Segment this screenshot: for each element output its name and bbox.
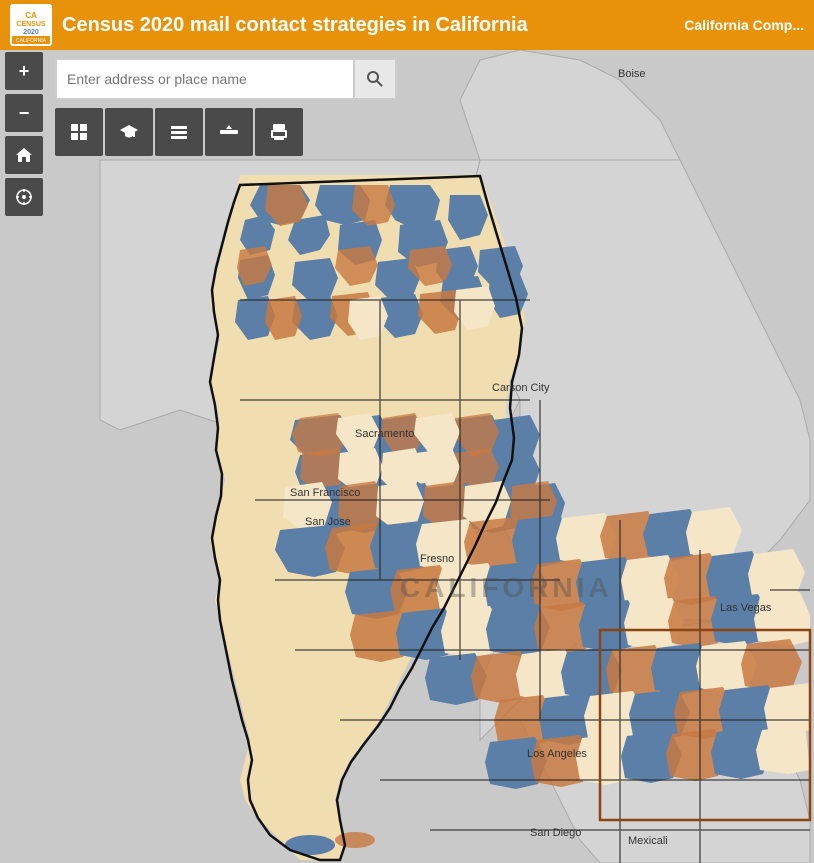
- layer-list-button[interactable]: [155, 108, 203, 156]
- zoom-out-button[interactable]: −: [5, 94, 43, 132]
- svg-text:CENSUS: CENSUS: [16, 21, 46, 28]
- zoom-in-button[interactable]: +: [5, 52, 43, 90]
- legend-button[interactable]: [55, 108, 103, 156]
- census-logo: CA CENSUS 2020 CALIFORNIA: [10, 4, 52, 46]
- measure-button[interactable]: [205, 108, 253, 156]
- header: CA CENSUS 2020 CALIFORNIA Census 2020 ma…: [0, 0, 814, 50]
- widget-toolbar: [55, 108, 305, 156]
- toolbar: + −: [0, 50, 48, 218]
- svg-text:2020: 2020: [23, 29, 39, 36]
- search-bar: [55, 58, 397, 100]
- locate-button[interactable]: [5, 178, 43, 216]
- svg-text:CA: CA: [25, 11, 37, 20]
- about-button[interactable]: [105, 108, 153, 156]
- svg-text:CALIFORNIA: CALIFORNIA: [16, 38, 47, 44]
- search-input[interactable]: [55, 58, 355, 100]
- header-title: Census 2020 mail contact strategies in C…: [62, 14, 684, 37]
- print-button[interactable]: [255, 108, 303, 156]
- home-button[interactable]: [5, 136, 43, 174]
- search-button[interactable]: [355, 58, 397, 100]
- header-right-text: California Comp...: [684, 17, 804, 33]
